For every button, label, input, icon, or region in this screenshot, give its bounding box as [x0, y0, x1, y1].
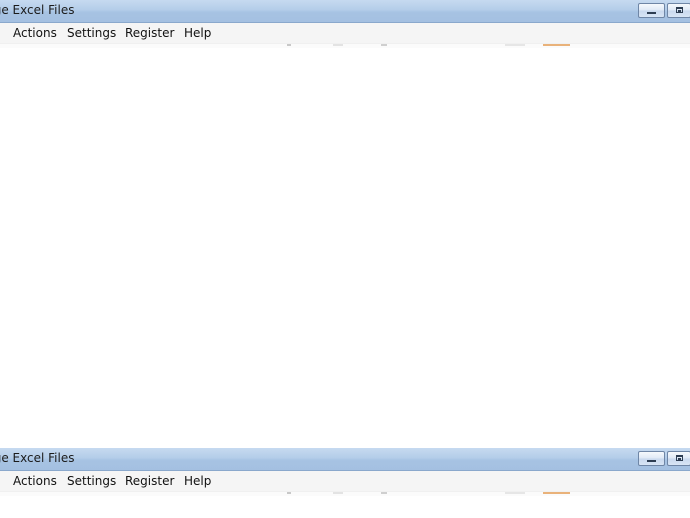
minimize-button[interactable] [638, 451, 665, 466]
toolbar-button-edge[interactable] [287, 44, 291, 46]
menu-settings[interactable]: Settings [67, 474, 116, 488]
toolbar-button-edge[interactable] [543, 492, 570, 494]
maximize-icon [676, 455, 683, 461]
toolbar-button-edge[interactable] [381, 492, 387, 494]
menu-help[interactable]: Help [184, 26, 211, 40]
toolbar-button-edge[interactable] [505, 44, 525, 46]
toolbar-button-edge[interactable] [505, 492, 525, 494]
menu-actions[interactable]: Actions [13, 26, 57, 40]
menu-register[interactable]: Register [125, 474, 174, 488]
window-title: rge Excel Files [0, 451, 75, 465]
title-bar[interactable]: rge Excel Files [0, 448, 690, 471]
menu-bar: Actions Settings Register Help [0, 471, 690, 492]
minimize-icon [647, 460, 656, 462]
toolbar-strip [0, 492, 690, 496]
main-content-area [0, 48, 690, 448]
window-title: rge Excel Files [0, 3, 75, 17]
minimize-icon [647, 12, 656, 14]
toolbar-button-edge[interactable] [333, 44, 343, 46]
maximize-button[interactable] [667, 451, 690, 466]
title-bar[interactable]: rge Excel Files [0, 0, 690, 23]
toolbar-button-edge[interactable] [543, 44, 570, 46]
menu-settings[interactable]: Settings [67, 26, 116, 40]
maximize-button[interactable] [667, 3, 690, 18]
toolbar-button-edge[interactable] [333, 492, 343, 494]
app-window-top: rge Excel Files Actions Settings Registe… [0, 0, 690, 448]
maximize-icon [676, 7, 683, 13]
toolbar-button-edge[interactable] [381, 44, 387, 46]
menu-actions[interactable]: Actions [13, 474, 57, 488]
toolbar-button-edge[interactable] [287, 492, 291, 494]
menu-bar: Actions Settings Register Help [0, 23, 690, 44]
app-window-bottom: rge Excel Files Actions Settings Registe… [0, 448, 690, 518]
minimize-button[interactable] [638, 3, 665, 18]
menu-register[interactable]: Register [125, 26, 174, 40]
menu-help[interactable]: Help [184, 474, 211, 488]
